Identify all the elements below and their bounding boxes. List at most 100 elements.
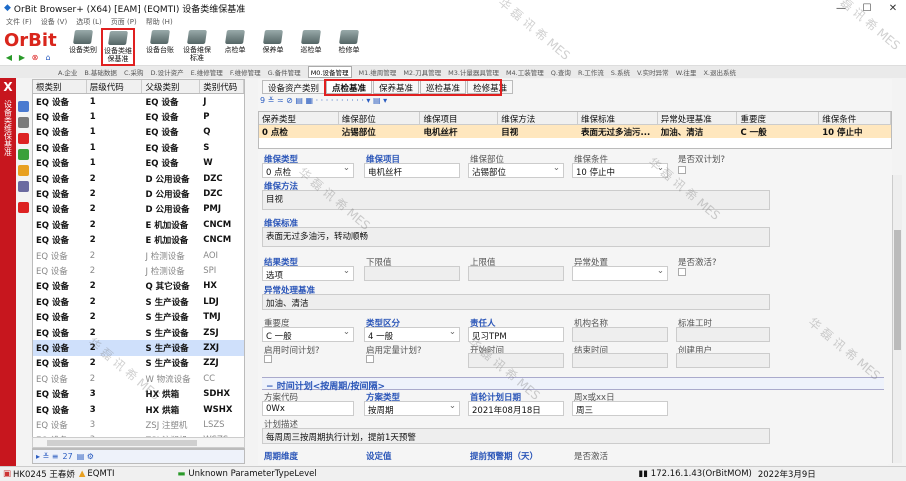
column-header[interactable]: 层级代码 (87, 80, 143, 93)
table-row[interactable]: EQ 设备 3 ZSJ 注塑机 LSZS (33, 417, 244, 432)
list-icon[interactable] (18, 117, 29, 128)
table-row[interactable]: EQ 设备 2 S 生产设备 TMJ (33, 309, 244, 324)
module-tab[interactable]: C.采购 (124, 67, 144, 77)
module-tab[interactable]: E.维修管理 (191, 67, 223, 77)
module-tab[interactable]: M4.工装管理 (506, 67, 544, 77)
importance-select[interactable]: C 一般 (262, 327, 354, 342)
first-plan-field[interactable]: 2021年08月18日 (468, 401, 564, 416)
maint-type-select[interactable]: 0 点检 (262, 163, 354, 178)
module-tab[interactable]: A.企业 (58, 67, 77, 77)
table-row[interactable]: EQ 设备 2 S 生产设备 ZXJ (33, 340, 244, 356)
toolbar-maintenance-standard[interactable]: 设备类维保基准 (101, 28, 135, 66)
module-tab[interactable]: G.备件管理 (268, 67, 301, 77)
column-header[interactable]: 重要度 (737, 112, 820, 124)
column-header[interactable]: 维保条件 (819, 112, 891, 124)
time-plan-section[interactable]: − 时间计划<按周期/按间隔> (262, 377, 884, 392)
column-header[interactable]: 保养类型 (259, 112, 339, 124)
table-row[interactable]: EQ 设备 2 J 检测设备 AOI (33, 248, 244, 263)
module-tab[interactable]: M2.刀具管理 (403, 67, 441, 77)
back-icon[interactable]: ◀ (4, 52, 14, 62)
module-tab[interactable]: B.基础数据 (84, 67, 117, 77)
module-tab[interactable]: V.实时异常 (637, 67, 669, 77)
toolbar-patrol-order[interactable]: 巡检单 (294, 30, 328, 54)
table-row[interactable]: EQ 设备 2 Q 其它设备 HX (33, 279, 244, 294)
column-header[interactable]: 父级类别 (142, 80, 201, 93)
week-field[interactable]: 周三 (572, 401, 668, 416)
export-icon[interactable]: ▤ ⚙ (77, 452, 94, 461)
table-row[interactable]: EQ 设备 2 J 检测设备 SPI (33, 263, 244, 278)
note-icon[interactable] (18, 149, 29, 160)
activate-checkbox[interactable] (678, 268, 686, 276)
table-row[interactable]: EQ 设备 2 D 公用设备 DZC (33, 171, 244, 186)
standard-field[interactable]: 表面无过多油污，转动顺畅 (262, 227, 770, 247)
table-row[interactable]: EQ 设备 2 W 物流设备 CC (33, 371, 244, 386)
menu-options[interactable]: 选项 (L) (76, 17, 102, 27)
table-row[interactable]: EQ 设备 1 EQ 设备 W (33, 156, 244, 171)
module-tab[interactable]: R.工作流 (578, 67, 604, 77)
menu-help[interactable]: 帮助 (H) (146, 17, 173, 27)
menu-file[interactable]: 文件 (F) (6, 17, 32, 27)
close-icon[interactable] (18, 133, 29, 144)
table-row[interactable]: EQ 设备 2 E 机加设备 CNCM (33, 217, 244, 232)
column-header[interactable]: 维保部位 (339, 112, 421, 124)
table-row[interactable]: EQ 设备 2 D 公用设备 PMJ (33, 202, 244, 217)
cond-select[interactable]: 10 停止中 (572, 163, 668, 178)
filter-icon[interactable]: ▸ ≚ ≡ (36, 452, 59, 461)
table-row[interactable]: EQ 设备 1 EQ 设备 Q (33, 125, 244, 140)
lower-limit-field[interactable] (364, 266, 460, 281)
module-tab-active[interactable]: M0.设备管理 (307, 66, 352, 78)
result-type-select[interactable]: 选项 (262, 266, 354, 281)
item-field[interactable]: 电机丝杆 (364, 163, 460, 178)
org-field[interactable] (572, 327, 668, 342)
stop-icon[interactable]: ⊗ (30, 52, 40, 62)
upper-limit-field[interactable] (468, 266, 564, 281)
table-row[interactable]: EQ 设备 3 HX 烘箱 WSHX (33, 402, 244, 417)
toolbar-inspection-order[interactable]: 点检单 (218, 30, 252, 54)
toolbar-equipment-ledger[interactable]: 设备台账 (143, 30, 177, 54)
time-plan-checkbox[interactable] (264, 355, 272, 363)
plan-type-select[interactable]: 按周期 (364, 401, 460, 416)
table-row[interactable]: EQ 设备 2 E 机加设备 CNCM (33, 233, 244, 248)
table-row[interactable]: EQ 设备 2 D 公用设备 DZC (33, 186, 244, 201)
scroll-thumb[interactable] (47, 440, 197, 446)
module-tab[interactable]: S.系统 (611, 67, 630, 77)
table-row[interactable]: EQ 设备 1 EQ 设备 S (33, 140, 244, 155)
class-select[interactable]: 4 一般 (364, 327, 460, 342)
grid-icon[interactable] (18, 101, 29, 112)
scroll-thumb[interactable] (894, 230, 901, 350)
forward-icon[interactable]: ▶ (17, 52, 27, 62)
tool-icon[interactable] (18, 181, 29, 192)
toolbar-equipment-category[interactable]: 设备类别 (66, 30, 100, 54)
abnormal-select[interactable] (572, 266, 668, 281)
column-header[interactable]: 维保标准 (578, 112, 658, 124)
plan-desc-field[interactable]: 每周周三按周期执行计划，提前1天预警 (262, 428, 770, 444)
column-header[interactable]: 根类别 (33, 80, 87, 93)
table-row[interactable]: EQ 设备 2 S 生产设备 LDJ (33, 294, 244, 309)
table-row[interactable]: EQ 设备 3 HX 烘箱 SDHX (33, 386, 244, 401)
vertical-scrollbar[interactable] (892, 175, 902, 463)
toolbar-repair-order[interactable]: 检修单 (332, 30, 366, 54)
owner-field[interactable]: 见习TPM (468, 327, 564, 342)
star-icon[interactable] (18, 165, 29, 176)
column-header[interactable]: 维保方法 (498, 112, 578, 124)
module-tab[interactable]: X.退出系统 (703, 67, 736, 77)
toolbar-maint-standard[interactable]: 设备维保标准 (180, 30, 214, 62)
home-icon[interactable]: ⌂ (43, 52, 53, 62)
maximize-button[interactable]: ☐ (854, 0, 880, 16)
table-row[interactable]: 0 点检 沾锡部位 电机丝杆 目视 表面无过多油污... 加油、清洁 C 一般 … (259, 125, 891, 138)
end-time-field[interactable] (572, 353, 668, 368)
grid-toolbar[interactable]: 9 ≚ ≍ ⊘ ▤ ▦ · · · · · · · · · · ▾ ▤ ▾ (260, 96, 387, 105)
module-tab[interactable]: W.往里 (676, 67, 697, 77)
menu-page[interactable]: 页面 (P) (111, 17, 137, 27)
abnormal-std-field[interactable]: 加油、清洁 (262, 294, 770, 310)
tab-asset-category[interactable]: 设备资产类别 (262, 80, 326, 94)
module-tab[interactable]: M1.维周管理 (359, 67, 397, 77)
table-row[interactable]: EQ 设备 2 S 生产设备 ZSJ (33, 325, 244, 340)
module-tab[interactable]: D.设计资产 (151, 67, 184, 77)
minimize-button[interactable]: — (828, 0, 854, 16)
qty-plan-checkbox[interactable] (366, 355, 374, 363)
horizontal-scrollbar[interactable] (32, 437, 245, 448)
table-row[interactable]: EQ 设备 1 EQ 设备 P (33, 109, 244, 124)
power-icon[interactable] (18, 202, 29, 213)
column-header[interactable]: 异常处理基准 (658, 112, 738, 124)
